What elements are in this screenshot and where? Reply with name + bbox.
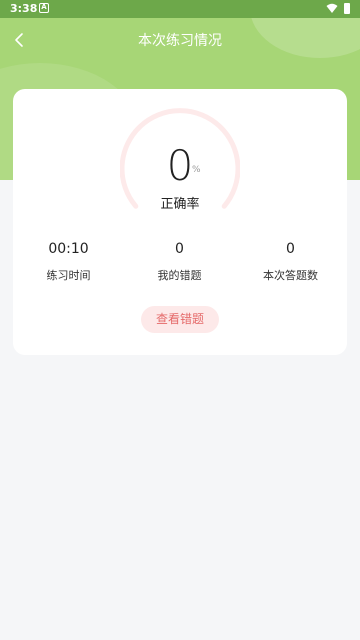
stat-label: 练习时间 <box>46 269 91 282</box>
stat-practice-time: 00:10 练习时间 <box>13 241 124 283</box>
stat-answered-count: 0 本次答题数 <box>235 241 346 283</box>
wifi-icon <box>326 3 338 13</box>
accuracy-label: 正确率 <box>160 197 200 212</box>
notification-icon: A <box>39 3 49 13</box>
accuracy-value: 0 % <box>13 141 347 190</box>
page-title: 本次练习情况 <box>138 33 222 49</box>
view-wrong-questions-button[interactable]: 查看错题 <box>141 306 219 333</box>
stat-value: 0 <box>175 241 184 257</box>
status-bar: 3:38 A <box>0 0 360 18</box>
stat-label: 我的错题 <box>157 269 202 282</box>
battery-icon <box>344 3 350 14</box>
stat-value: 00:10 <box>48 241 89 257</box>
stat-label: 本次答题数 <box>263 269 318 282</box>
stat-wrong-questions: 0 我的错题 <box>124 241 235 283</box>
accuracy-number: 0 <box>166 141 194 190</box>
status-time: 3:38 <box>10 2 38 15</box>
result-card: 0 % 正确率 00:10 练习时间 0 我的错题 0 本次答题数 查看错题 <box>13 89 347 355</box>
stat-value: 0 <box>286 241 295 257</box>
accuracy-unit: % <box>192 165 201 175</box>
